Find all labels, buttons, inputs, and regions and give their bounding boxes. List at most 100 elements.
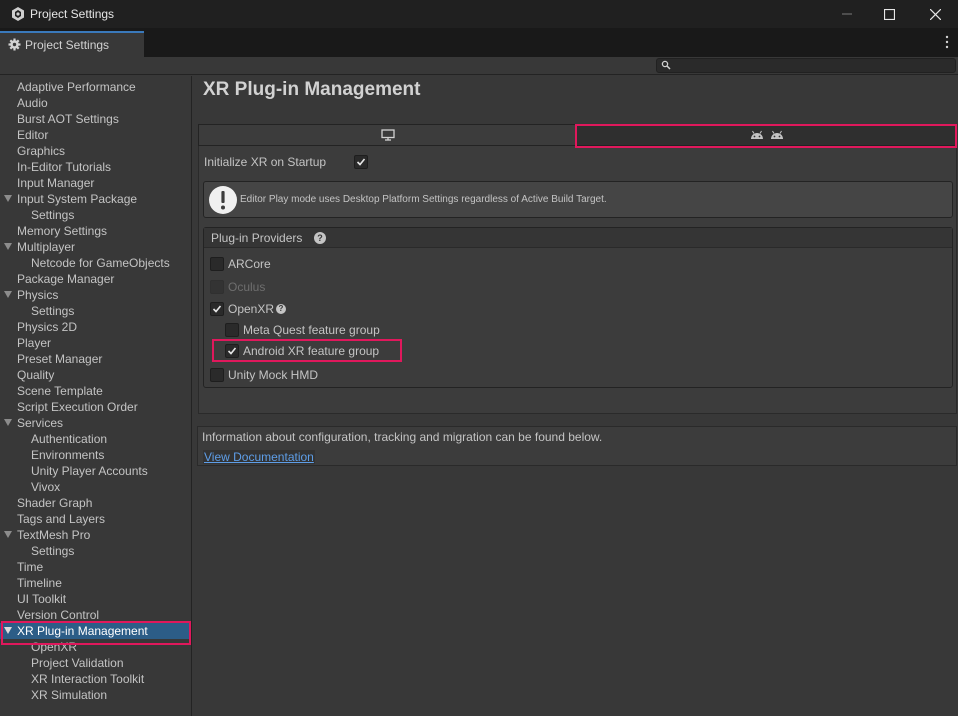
sidebar-item-player[interactable]: Player <box>0 335 191 351</box>
help-icon[interactable]: ? <box>314 232 326 244</box>
sidebar-item-version-control[interactable]: Version Control <box>0 607 191 623</box>
sidebar-item-label: Input System Package <box>17 192 138 206</box>
sidebar-item-authentication[interactable]: Authentication <box>0 431 191 447</box>
tab-label: Project Settings <box>25 38 110 52</box>
tab-project-settings[interactable]: Project Settings <box>0 31 144 57</box>
sidebar-item-burst-aot-settings[interactable]: Burst AOT Settings <box>0 111 191 127</box>
sidebar-item-label: OpenXR <box>31 640 78 654</box>
close-icon <box>929 8 941 20</box>
sidebar-item-editor[interactable]: Editor <box>0 127 191 143</box>
sidebar-item-memory-settings[interactable]: Memory Settings <box>0 223 191 239</box>
sidebar-item-label: Quality <box>17 368 55 382</box>
sidebar-item-timeline[interactable]: Timeline <box>0 575 191 591</box>
settings-sidebar: Adaptive Performance Audio Burst AOT Setti… <box>0 76 192 716</box>
sidebar-item-openxr[interactable]: OpenXR <box>0 639 191 655</box>
provider-checkbox <box>210 280 224 294</box>
sidebar-item-unity-player-accounts[interactable]: Unity Player Accounts <box>0 463 191 479</box>
tab-android-platform[interactable] <box>577 125 956 145</box>
close-button[interactable] <box>912 0 958 28</box>
checkmark-icon <box>212 305 222 313</box>
sidebar-item-label: Multiplayer <box>17 240 76 254</box>
editor-tabbar: Project Settings <box>0 28 958 57</box>
sidebar-item-adaptive-performance[interactable]: Adaptive Performance <box>0 79 191 95</box>
expand-arrow-icon[interactable] <box>4 291 12 298</box>
platform-tabs <box>198 124 957 146</box>
sidebar-item-package-manager[interactable]: Package Manager <box>0 271 191 287</box>
sidebar-item-label: Settings <box>31 208 75 222</box>
view-documentation-link[interactable]: View Documentation <box>203 450 315 464</box>
sidebar-item-label: Unity Player Accounts <box>31 464 148 478</box>
sidebar-item-label: XR Interaction Toolkit <box>31 672 145 686</box>
sidebar-item-vivox[interactable]: Vivox <box>0 479 191 495</box>
info-panel: Information about configuration, trackin… <box>197 426 957 466</box>
sidebar-item-time[interactable]: Time <box>0 559 191 575</box>
sidebar-item-label: Physics 2D <box>17 320 78 334</box>
sidebar-item-audio[interactable]: Audio <box>0 95 191 111</box>
sidebar-item-physics-2d[interactable]: Physics 2D <box>0 319 191 335</box>
provider-checkbox[interactable] <box>225 323 239 337</box>
sidebar-item-label: Physics <box>17 288 59 302</box>
sidebar-item-script-execution-order[interactable]: Script Execution Order <box>0 399 191 415</box>
sidebar-item-label: Player <box>17 336 52 350</box>
sidebar-item-graphics[interactable]: Graphics <box>0 143 191 159</box>
sidebar-item-services[interactable]: Services <box>0 415 191 431</box>
sidebar-item-physics[interactable]: Physics <box>0 287 191 303</box>
provider-checkbox[interactable] <box>210 257 224 271</box>
tab-desktop-platform[interactable] <box>199 125 577 145</box>
page-title: XR Plug-in Management <box>203 79 421 100</box>
sidebar-item-label: Settings <box>31 304 75 318</box>
sidebar-item-label: Netcode for GameObjects <box>31 256 170 270</box>
maximize-button[interactable] <box>866 0 912 28</box>
sidebar-item-textmesh-pro[interactable]: TextMesh Pro <box>0 527 191 543</box>
sidebar-item-settings[interactable]: Settings <box>0 543 191 559</box>
sidebar-item-label: Vivox <box>31 480 61 494</box>
expand-arrow-icon[interactable] <box>4 195 12 202</box>
sidebar-item-label: Version Control <box>17 608 100 622</box>
sidebar-item-settings[interactable]: Settings <box>0 207 191 223</box>
provider-checkbox[interactable] <box>210 368 224 382</box>
sidebar-item-xr-interaction-toolkit[interactable]: XR Interaction Toolkit <box>0 671 191 687</box>
expand-arrow-icon[interactable] <box>4 531 12 538</box>
sidebar-item-label: Authentication <box>31 432 108 446</box>
settings-toolbar <box>0 57 958 75</box>
sidebar-item-netcode-for-gameobjects[interactable]: Netcode for GameObjects <box>0 255 191 271</box>
sidebar-item-in-editor-tutorials[interactable]: In-Editor Tutorials <box>0 159 191 175</box>
sidebar-item-preset-manager[interactable]: Preset Manager <box>0 351 191 367</box>
sidebar-item-ui-toolkit[interactable]: UI Toolkit <box>0 591 191 607</box>
sidebar-item-label: Services <box>17 416 64 430</box>
initialize-xr-checkbox[interactable] <box>354 155 368 169</box>
more-options-icon[interactable] <box>944 35 950 49</box>
android-icon <box>750 130 783 139</box>
openxr-help-icon[interactable]: ? <box>276 304 286 314</box>
sidebar-item-settings[interactable]: Settings <box>0 303 191 319</box>
provider-checkbox[interactable] <box>225 344 239 358</box>
sidebar-item-multiplayer[interactable]: Multiplayer <box>0 239 191 255</box>
sidebar-item-xr-plug-in-management[interactable]: XR Plug-in Management <box>0 623 191 639</box>
sidebar-item-environments[interactable]: Environments <box>0 447 191 463</box>
sidebar-item-label: Script Execution Order <box>17 400 138 414</box>
provider-checkbox[interactable] <box>210 302 224 316</box>
expand-arrow-icon[interactable] <box>4 419 12 426</box>
sidebar-item-project-validation[interactable]: Project Validation <box>0 655 191 671</box>
search-input[interactable] <box>673 59 953 72</box>
sidebar-item-quality[interactable]: Quality <box>0 367 191 383</box>
sidebar-item-tags-and-layers[interactable]: Tags and Layers <box>0 511 191 527</box>
sidebar-item-input-system-package[interactable]: Input System Package <box>0 191 191 207</box>
sidebar-item-label: Settings <box>31 544 75 558</box>
expand-arrow-icon[interactable] <box>4 627 12 634</box>
sidebar-item-input-manager[interactable]: Input Manager <box>0 175 191 191</box>
sidebar-item-label: Tags and Layers <box>17 512 106 526</box>
sidebar-item-label: Input Manager <box>17 176 95 190</box>
checkmark-icon <box>356 158 366 166</box>
minimize-button[interactable] <box>824 0 870 28</box>
sidebar-item-xr-simulation[interactable]: XR Simulation <box>0 687 191 703</box>
sidebar-item-label: Package Manager <box>17 272 115 286</box>
search-field[interactable] <box>656 58 956 73</box>
sidebar-item-shader-graph[interactable]: Shader Graph <box>0 495 191 511</box>
expand-arrow-icon[interactable] <box>4 243 12 250</box>
provider-label: OpenXR <box>228 302 275 316</box>
sidebar-item-scene-template[interactable]: Scene Template <box>0 383 191 399</box>
desktop-monitor-icon <box>381 129 395 141</box>
sidebar-item-label: Project Validation <box>31 656 124 670</box>
sidebar-item-label: Environments <box>31 448 105 462</box>
